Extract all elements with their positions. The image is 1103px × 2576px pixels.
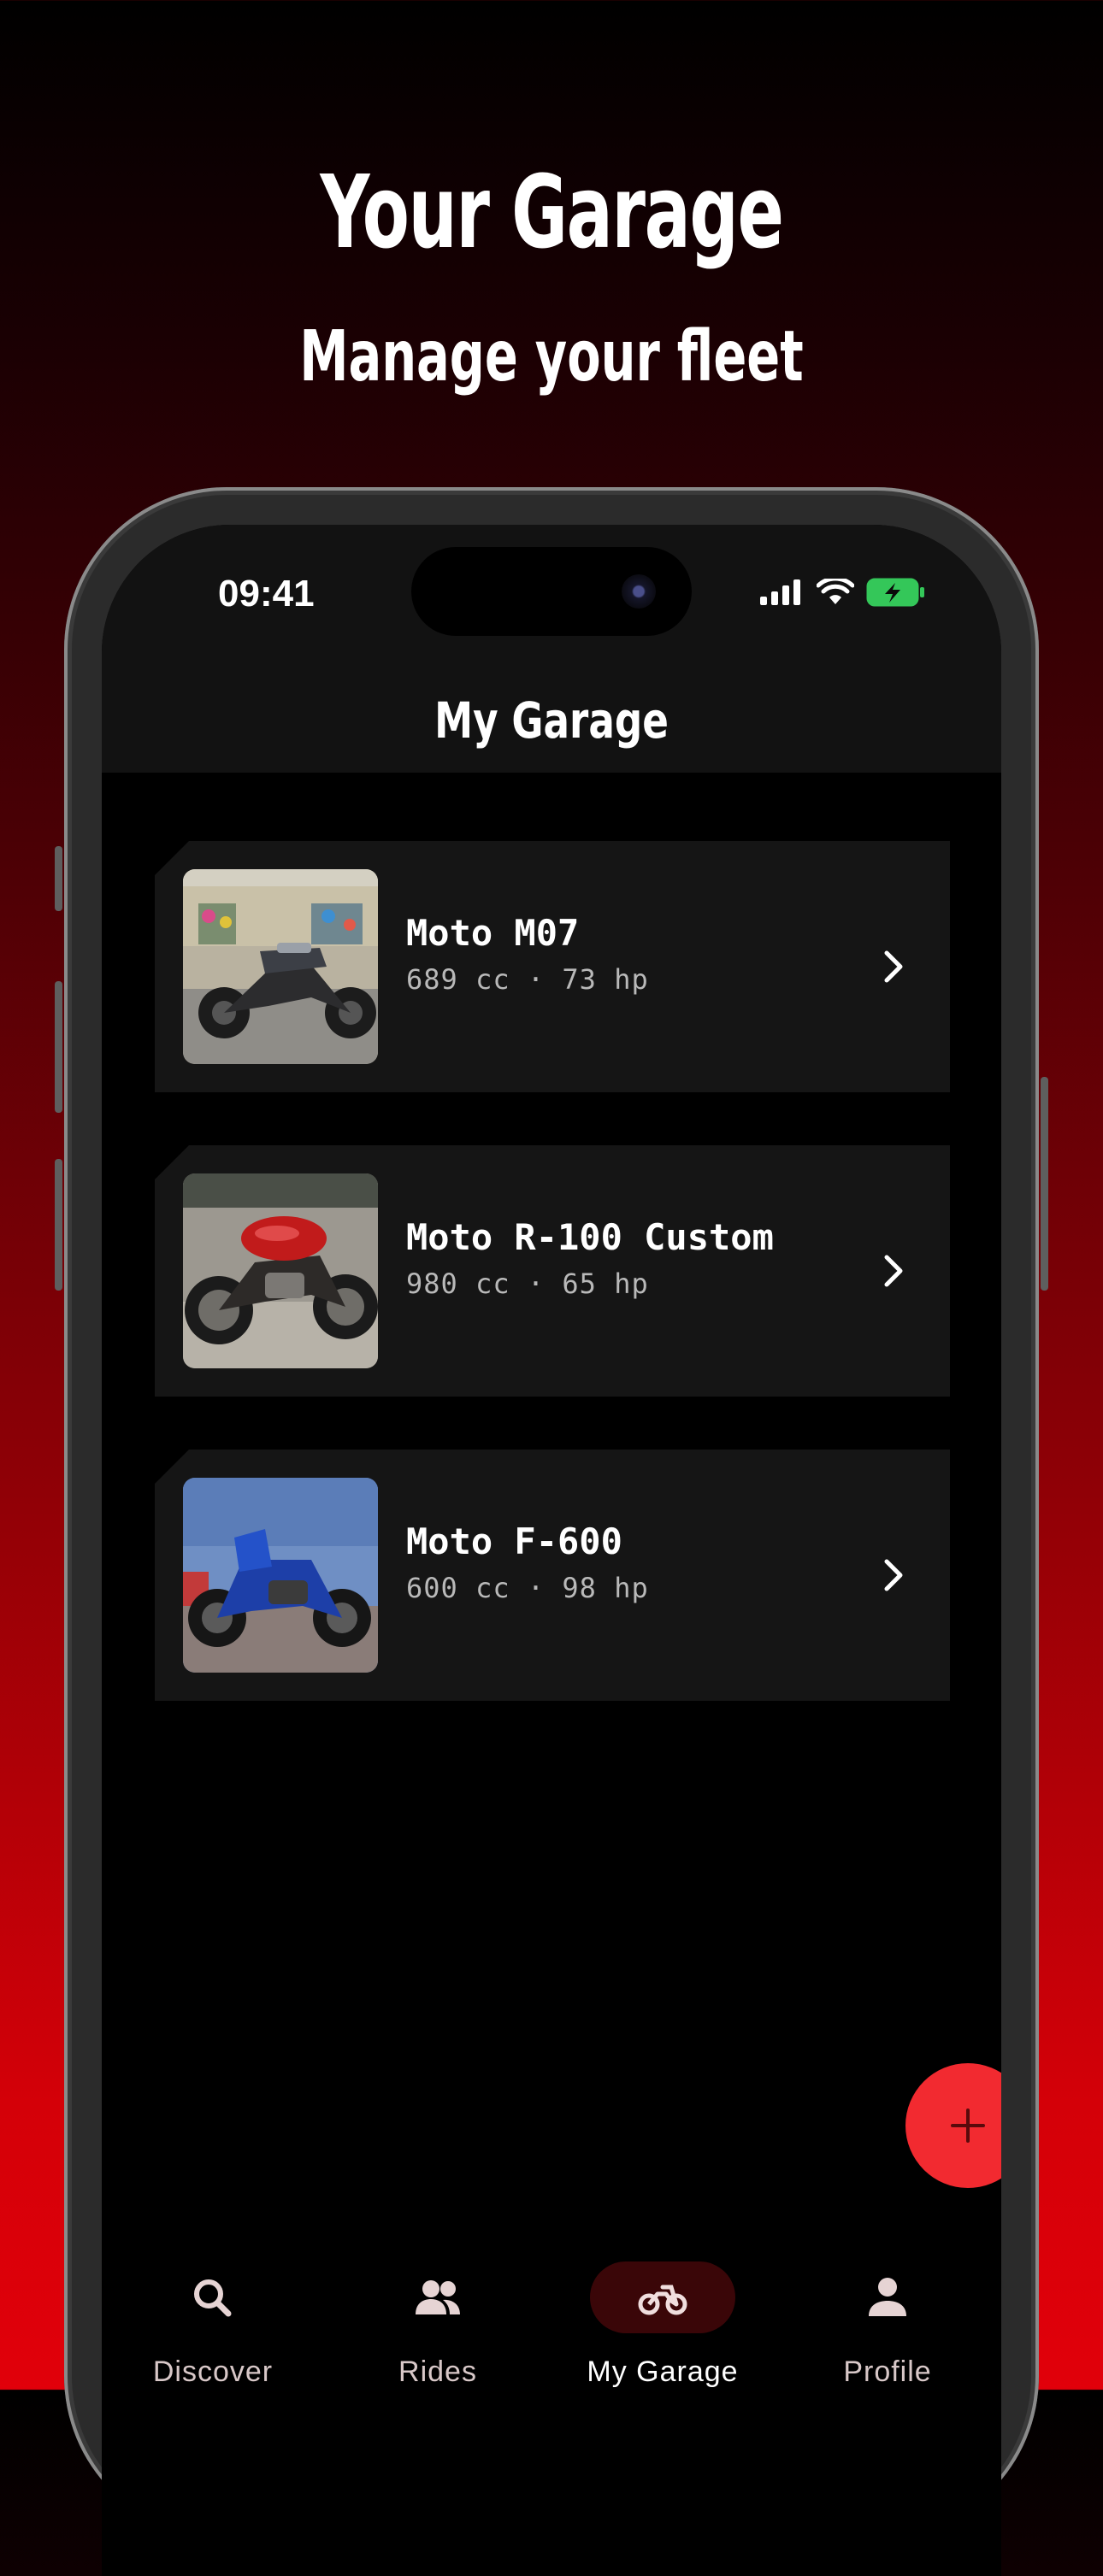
wifi-icon [817, 579, 854, 604]
chevron-right-icon [884, 1255, 903, 1287]
power-button [1041, 1077, 1048, 1291]
person-icon [869, 2278, 906, 2316]
bike-name: Moto M07 [406, 912, 580, 954]
bike-photo [183, 1478, 378, 1673]
bike-specs: 689 cc · 73 hp [406, 963, 649, 996]
bike-specs: 980 cc · 65 hp [406, 1267, 649, 1300]
cellular-signal-icon [760, 579, 800, 605]
group-icon [416, 2280, 460, 2314]
promo-title: Your Garage [320, 153, 783, 271]
nav-item-discover[interactable]: Discover [115, 2253, 311, 2407]
status-bar: 09:41 [102, 525, 1001, 653]
nav-label: My Garage [587, 2355, 739, 2388]
nav-label: Profile [843, 2355, 932, 2388]
search-icon [194, 2279, 232, 2317]
bike-card[interactable]: Moto R-100 Custom 980 cc · 65 hp [155, 1145, 950, 1397]
phone-screen: 09:41 My Garage Moto M07 689 cc · 73 hp … [102, 525, 1001, 2576]
dynamic-island [411, 547, 692, 636]
nav-item-my-garage[interactable]: My Garage [564, 2253, 761, 2407]
app-header: My Garage [102, 653, 1001, 773]
chevron-right-icon [884, 950, 903, 983]
nav-item-rides[interactable]: Rides [339, 2253, 536, 2407]
bike-photo [183, 869, 378, 1064]
battery-charging-icon [866, 578, 924, 607]
page-title: My Garage [434, 691, 669, 750]
bike-name: Moto F-600 [406, 1520, 622, 1562]
chevron-right-icon [884, 1559, 903, 1591]
bottom-navigation: Discover Rides My Garage Profile [102, 2234, 1001, 2576]
nav-label: Rides [398, 2355, 477, 2388]
bike-card[interactable]: Moto F-600 600 cc · 98 hp [155, 1450, 950, 1701]
bike-specs: 600 cc · 98 hp [406, 1572, 649, 1604]
nav-item-profile[interactable]: Profile [789, 2253, 986, 2407]
front-camera [622, 574, 656, 609]
bike-name: Moto R-100 Custom [406, 1216, 774, 1258]
bike-photo [183, 1173, 378, 1368]
promo-subtitle: Manage your fleet [299, 316, 804, 397]
plus-icon [951, 2108, 985, 2143]
volume-down-button [55, 1159, 62, 1291]
action-button [55, 846, 62, 911]
status-time: 09:41 [218, 573, 315, 615]
add-bike-button[interactable] [905, 2063, 1001, 2188]
phone-frame: 09:41 My Garage Moto M07 689 cc · 73 hp … [55, 487, 1048, 2576]
status-icons [760, 578, 926, 607]
nav-label: Discover [152, 2355, 274, 2388]
volume-up-button [55, 981, 62, 1113]
motorcycle-icon [638, 2285, 687, 2315]
bike-card[interactable]: Moto M07 689 cc · 73 hp [155, 841, 950, 1092]
